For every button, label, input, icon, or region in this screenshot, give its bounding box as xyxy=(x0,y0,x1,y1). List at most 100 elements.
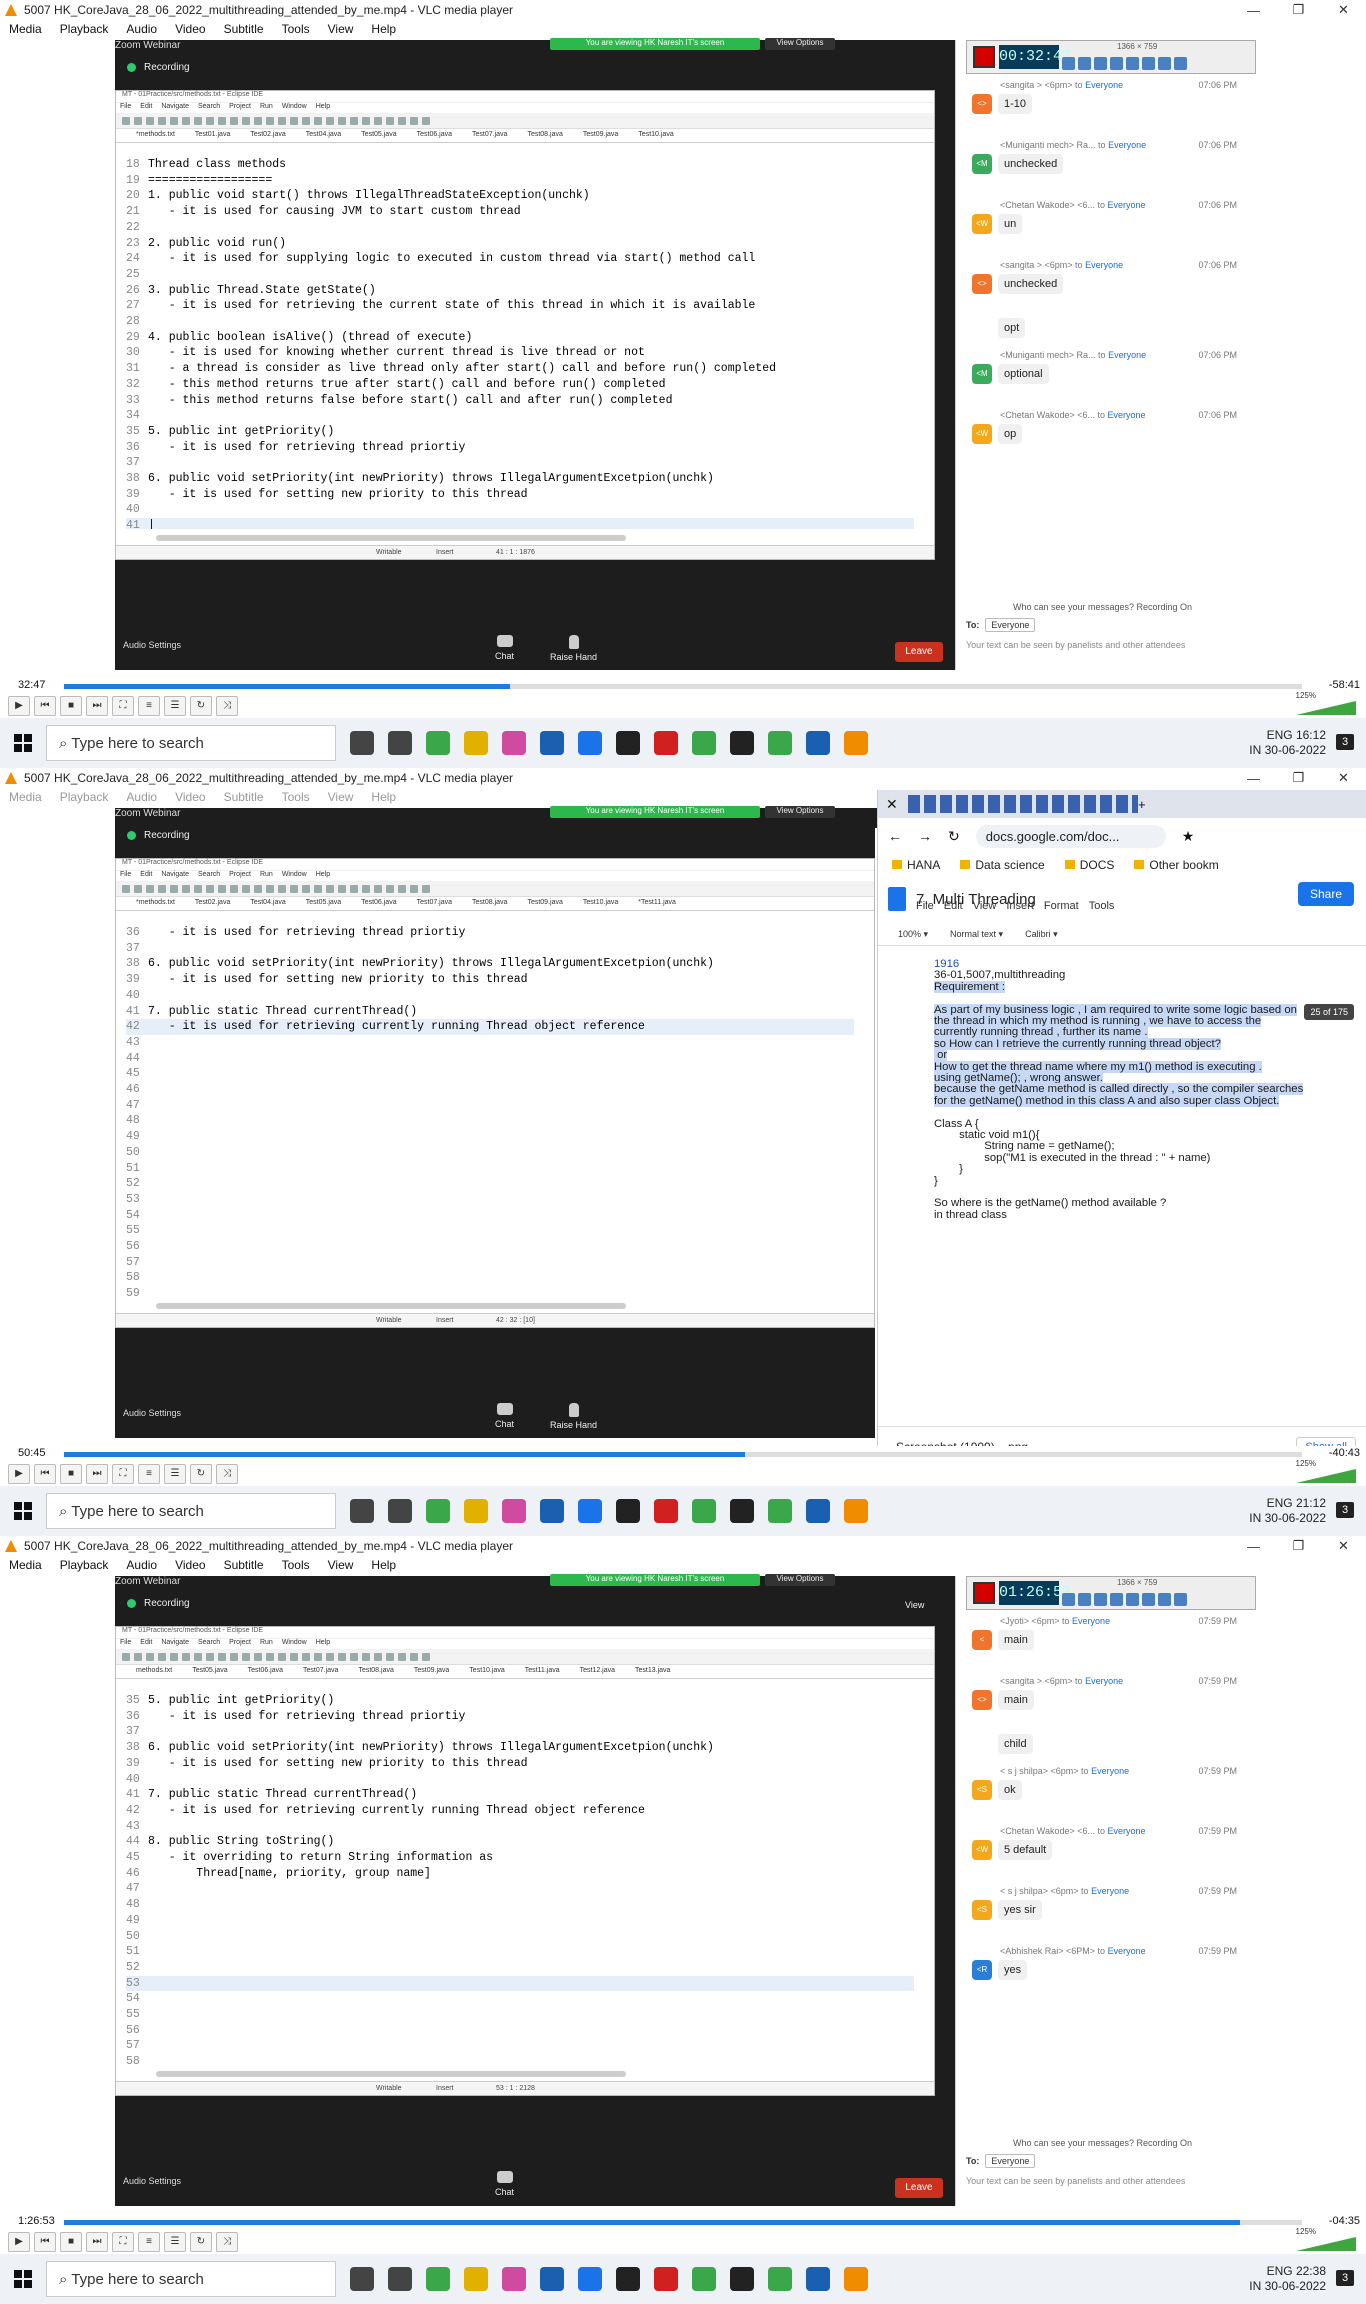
fullscreen-button[interactable]: ⛶ xyxy=(112,2232,134,2252)
toolbar-button-icon[interactable] xyxy=(254,1652,262,1661)
docs-menu-view[interactable]: View xyxy=(973,900,997,912)
editor-tab[interactable]: *methods.txt xyxy=(126,897,185,910)
who-can-see-link[interactable]: Who can see your messages? Recording On xyxy=(956,602,1249,612)
taskbar-app-icon[interactable] xyxy=(806,731,830,755)
extended-settings-button[interactable]: ≡ xyxy=(138,696,160,716)
toolbar-button-icon[interactable] xyxy=(386,884,394,893)
toolbar-button-icon[interactable] xyxy=(254,116,262,125)
tab-strip[interactable] xyxy=(908,795,1138,813)
toolbar-button-icon[interactable] xyxy=(302,884,310,893)
menu-subtitle[interactable]: Subtitle xyxy=(215,1558,273,1576)
eclipse-menu-edit[interactable]: Edit xyxy=(140,1639,152,1649)
menu-video[interactable]: Video xyxy=(166,790,214,808)
editor-tab[interactable]: Test02.java xyxy=(240,129,295,142)
toolbar-button-icon[interactable] xyxy=(242,1652,250,1661)
toolbar-button-icon[interactable] xyxy=(386,1652,394,1661)
chat-button[interactable]: Chat xyxy=(495,2171,514,2197)
eclipse-menu-project[interactable]: Project xyxy=(229,871,251,881)
share-button[interactable]: Share xyxy=(1297,882,1354,906)
volume-slider[interactable]: 125% xyxy=(1286,1459,1356,1483)
restore-button[interactable]: ❐ xyxy=(1276,0,1321,20)
bookmark[interactable]: Data science xyxy=(960,858,1044,872)
editor-tab[interactable]: Test12.java xyxy=(570,1665,625,1678)
taskbar-app-icon[interactable] xyxy=(730,1499,754,1523)
seek-track[interactable] xyxy=(64,684,1302,689)
toolbar-button-icon[interactable] xyxy=(158,1652,166,1661)
editor-tab[interactable]: Test05.java xyxy=(182,1665,237,1678)
toolbar-button-icon[interactable] xyxy=(398,116,406,125)
eclipse-menu-help[interactable]: Help xyxy=(316,871,330,881)
toolbar-button-icon[interactable] xyxy=(134,884,142,893)
docs-menu-insert[interactable]: Insert xyxy=(1006,900,1034,912)
restore-button[interactable]: ❐ xyxy=(1276,768,1321,788)
recorder-tool-icon[interactable] xyxy=(1142,1593,1155,1606)
recorder-tool-icon[interactable] xyxy=(1158,57,1171,70)
recorder-tool-icon[interactable] xyxy=(1126,57,1139,70)
toolbar-button-icon[interactable] xyxy=(230,884,238,893)
toolbar-button-icon[interactable] xyxy=(122,884,130,893)
recorder-tool-icon[interactable] xyxy=(1110,57,1123,70)
menu-subtitle[interactable]: Subtitle xyxy=(215,22,273,40)
taskbar-app-icon[interactable] xyxy=(806,1499,830,1523)
close-button[interactable]: ✕ xyxy=(1321,768,1366,788)
toolbar-button-icon[interactable] xyxy=(290,1652,298,1661)
notification-badge[interactable]: 3 xyxy=(1336,2270,1354,2286)
reload-icon[interactable]: ↻ xyxy=(948,828,960,845)
eclipse-menu-window[interactable]: Window xyxy=(282,871,307,881)
taskbar-app-icon[interactable] xyxy=(692,2267,716,2291)
horizontal-scrollbar[interactable] xyxy=(156,1303,626,1309)
docs-menu-tools[interactable]: Tools xyxy=(1089,900,1115,912)
audio-settings-button[interactable]: Audio Settings xyxy=(123,640,181,650)
code-editor[interactable]: 18 Thread class methods 19 ================… xyxy=(126,157,914,529)
toolbar-button-icon[interactable] xyxy=(290,116,298,125)
editor-tab[interactable]: Test01.java xyxy=(185,129,240,142)
toolbar-button-icon[interactable] xyxy=(182,116,190,125)
menu-view[interactable]: View xyxy=(319,1558,363,1576)
play-button[interactable]: ▶ xyxy=(8,1464,30,1484)
loop-button[interactable]: ↻ xyxy=(190,2232,212,2252)
menu-view[interactable]: View xyxy=(319,22,363,40)
forward-icon[interactable]: → xyxy=(918,828,932,844)
toolbar-button-icon[interactable] xyxy=(170,1652,178,1661)
toolbar-button-icon[interactable] xyxy=(206,1652,214,1661)
editor-tab[interactable]: *methods.txt xyxy=(126,129,185,142)
code-editor[interactable]: 35 5. public int getPriority() 36 - it is … xyxy=(126,1693,914,2065)
eclipse-menu-window[interactable]: Window xyxy=(282,1639,307,1649)
toolbar-button-icon[interactable] xyxy=(410,884,418,893)
toolbar-button-icon[interactable] xyxy=(146,1652,154,1661)
editor-tab[interactable]: Test13.java xyxy=(625,1665,680,1678)
toolbar-button-icon[interactable] xyxy=(350,884,358,893)
shuffle-button[interactable]: ⤨ xyxy=(216,696,238,716)
menu-help[interactable]: Help xyxy=(362,790,405,808)
horizontal-scrollbar[interactable] xyxy=(156,535,626,541)
toolbar-button-icon[interactable] xyxy=(410,1652,418,1661)
menu-help[interactable]: Help xyxy=(362,22,405,40)
toolbar-button-icon[interactable] xyxy=(422,884,430,893)
eclipse-menu-run[interactable]: Run xyxy=(260,103,273,113)
eclipse-menu-navigate[interactable]: Navigate xyxy=(161,103,189,113)
toolbar-button-icon[interactable] xyxy=(182,1652,190,1661)
toolbar-button-icon[interactable] xyxy=(170,884,178,893)
taskbar-app-icon[interactable] xyxy=(350,731,374,755)
eclipse-menu-help[interactable]: Help xyxy=(316,1639,330,1649)
toolbar-button-icon[interactable] xyxy=(314,116,322,125)
menu-playback[interactable]: Playback xyxy=(51,1558,118,1576)
taskbar-app-icon[interactable] xyxy=(388,1499,412,1523)
toolbar-button-icon[interactable] xyxy=(338,884,346,893)
menu-media[interactable]: Media xyxy=(0,790,51,808)
loop-button[interactable]: ↻ xyxy=(190,1464,212,1484)
prev-button[interactable]: ⏮ xyxy=(34,696,56,716)
windows-start-icon[interactable] xyxy=(14,2270,32,2288)
taskbar-app-icon[interactable] xyxy=(540,731,564,755)
view-options-button[interactable]: View Options xyxy=(765,38,835,50)
recorder-tool-icon[interactable] xyxy=(1110,1593,1123,1606)
toolbar-button-icon[interactable] xyxy=(278,116,286,125)
shuffle-button[interactable]: ⤨ xyxy=(216,2232,238,2252)
new-tab-icon[interactable]: + xyxy=(1138,797,1146,812)
toolbar-button-icon[interactable] xyxy=(386,116,394,125)
menu-video[interactable]: Video xyxy=(166,1558,214,1576)
editor-tab[interactable]: Test06.java xyxy=(407,129,462,142)
view-options-button[interactable]: View Options xyxy=(765,1574,835,1586)
taskbar-app-icon[interactable] xyxy=(844,2267,868,2291)
horizontal-scrollbar[interactable] xyxy=(156,2071,626,2077)
